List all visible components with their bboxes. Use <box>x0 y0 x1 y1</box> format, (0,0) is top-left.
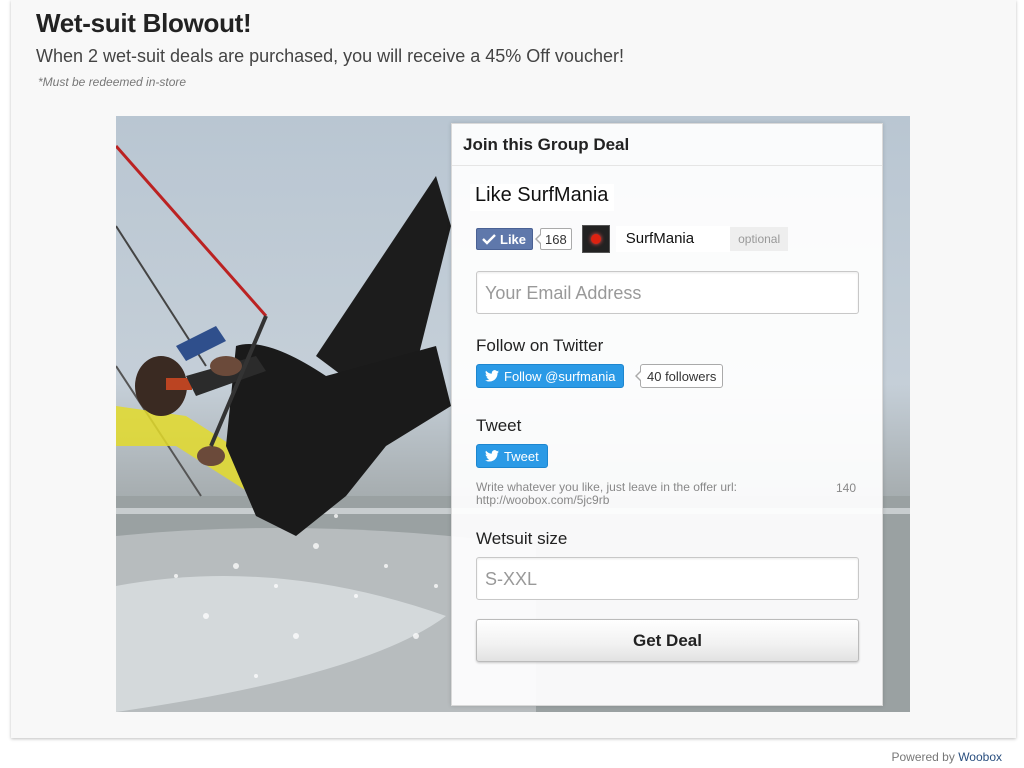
email-field[interactable]: Your Email Address <box>476 271 859 314</box>
tweet-label: Tweet <box>476 416 522 435</box>
twitter-bird-icon <box>485 370 499 382</box>
facebook-like-row: Like 168 SurfMania optional <box>476 225 789 253</box>
group-deal-panel: Join this Group Deal Like SurfMania Like… <box>451 123 883 706</box>
get-deal-button[interactable]: Get Deal <box>476 619 859 662</box>
twitter-bird-icon <box>485 450 499 462</box>
panel-heading: Join this Group Deal <box>452 124 882 166</box>
check-icon <box>482 234 496 245</box>
redeem-note: *Must be redeemed in-store <box>38 75 187 89</box>
twitter-follow-label: Follow on Twitter <box>476 336 604 355</box>
twitter-follow-label-text: Follow @surfmania <box>504 368 616 384</box>
like-section-title: Like SurfMania <box>470 184 615 211</box>
woobox-link[interactable]: Woobox <box>958 750 1002 764</box>
wetsuit-size-label: Wetsuit size <box>476 529 568 548</box>
page-avatar[interactable] <box>581 225 610 253</box>
powered-by-label: Powered by <box>891 750 955 764</box>
twitter-follow-button[interactable]: Follow @surfmania <box>476 364 625 388</box>
twitter-followers-count: 40 followers <box>634 364 724 388</box>
like-button-label: Like <box>500 231 527 247</box>
deal-title: Wet-suit Blowout! <box>36 8 252 38</box>
tweet-button[interactable]: Tweet <box>476 444 548 468</box>
deal-subtitle: When 2 wet-suit deals are purchased, you… <box>36 46 624 66</box>
tweet-hint: Write whatever you like, just leave in t… <box>476 480 738 507</box>
like-count: 168 <box>535 228 572 250</box>
optional-badge: optional <box>730 227 789 251</box>
facebook-like-button[interactable]: Like <box>476 228 534 250</box>
tweet-button-label: Tweet <box>504 448 539 464</box>
powered-by: Powered by Woobox <box>891 750 1002 764</box>
page-name-link[interactable]: SurfMania <box>615 226 731 252</box>
wetsuit-size-field[interactable]: S-XXL <box>476 557 859 600</box>
tweet-char-count: 140 <box>836 481 857 495</box>
